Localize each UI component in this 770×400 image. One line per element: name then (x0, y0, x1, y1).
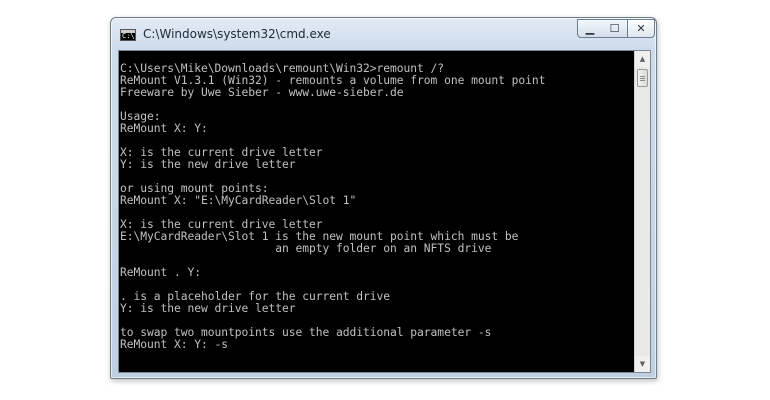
title-bar[interactable]: C:\ C:\Windows\system32\cmd.exe ▁ ☐ ✕ (111, 18, 656, 52)
thumb-grip-line (640, 78, 645, 79)
close-icon: ✕ (636, 22, 646, 35)
console-output[interactable]: C:\Users\Mike\Downloads\remount\Win32>re… (120, 51, 634, 372)
minimize-button[interactable]: ▁ (577, 19, 603, 38)
close-button[interactable]: ✕ (627, 19, 655, 38)
cmd-icon-glyph: C:\ (122, 32, 135, 40)
arrow-up-icon: ▲ (639, 55, 646, 63)
maximize-icon: ☐ (609, 22, 620, 35)
cmd-window: C:\ C:\Windows\system32\cmd.exe ▁ ☐ ✕ C:… (110, 17, 657, 379)
maximize-button[interactable]: ☐ (602, 19, 628, 38)
vertical-scrollbar[interactable]: ▲ ▼ (634, 51, 650, 372)
thumb-grip-line (640, 76, 645, 77)
console-line: ReMount X: "E:\MyCardReader\Slot 1" (120, 194, 357, 207)
console-client-area: C:\Users\Mike\Downloads\remount\Win32>re… (118, 50, 651, 373)
minimize-icon: ▁ (585, 22, 595, 35)
arrow-down-icon: ▼ (639, 360, 646, 368)
window-title: C:\Windows\system32\cmd.exe (143, 27, 331, 41)
cmd-app-icon[interactable]: C:\ (120, 29, 136, 41)
scroll-down-button[interactable]: ▼ (635, 356, 650, 372)
console-line: ReMount X: Y: (120, 122, 208, 135)
thumb-grip-line (640, 80, 645, 81)
console-line: Y: is the new drive letter (120, 302, 296, 315)
scrollbar-thumb[interactable] (637, 69, 648, 87)
console-line: Y: is the new drive letter (120, 158, 296, 171)
scroll-up-button[interactable]: ▲ (635, 51, 650, 67)
console-line: an empty folder on an NFTS drive (120, 242, 492, 255)
console-line: Freeware by Uwe Sieber - www.uwe-sieber.… (120, 86, 404, 99)
console-line: ReMount . Y: (120, 266, 202, 279)
console-line: ReMount X: Y: -s (120, 338, 229, 351)
